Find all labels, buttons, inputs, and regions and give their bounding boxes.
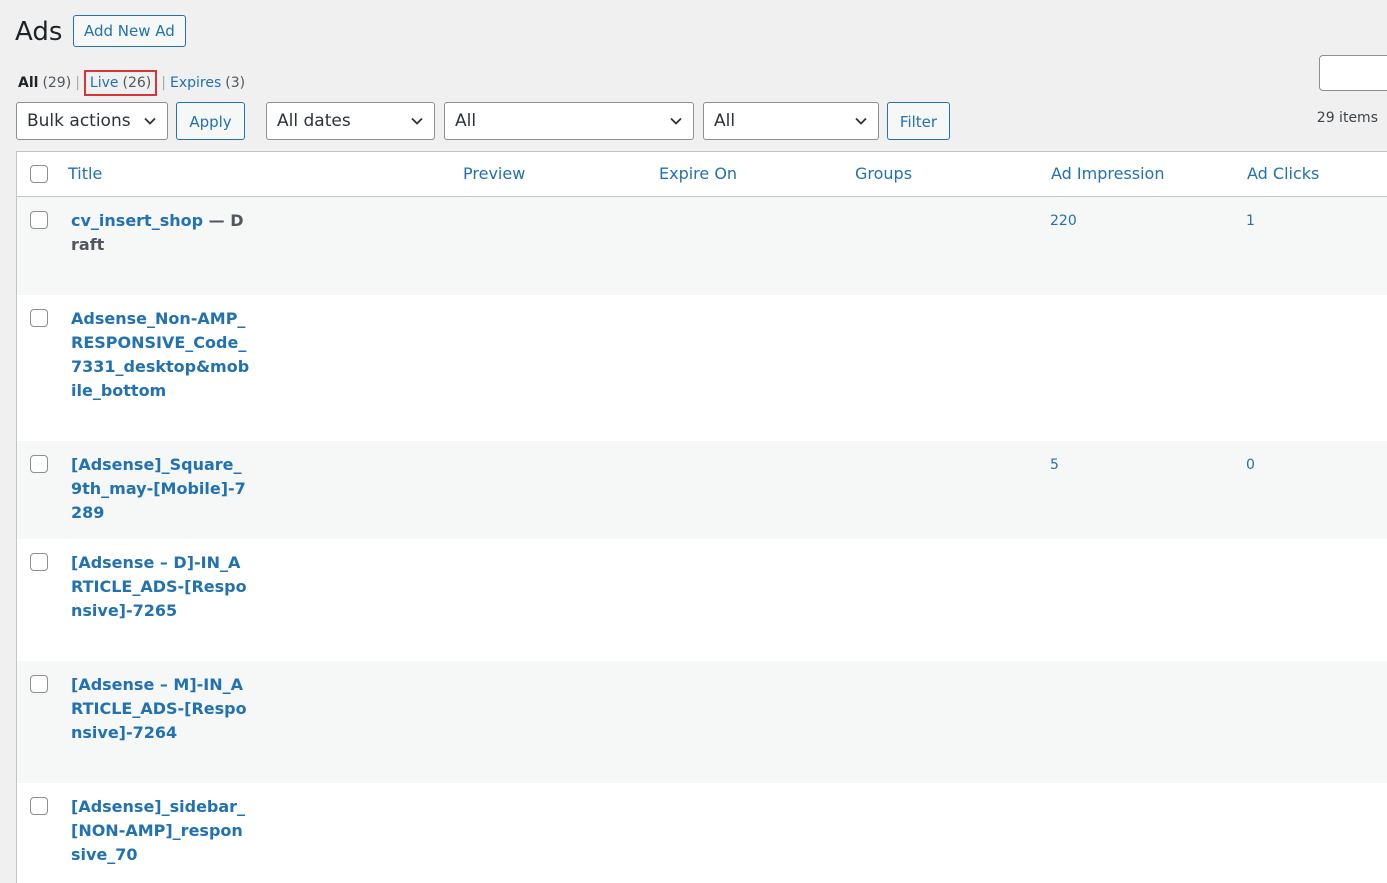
column-title[interactable]: Title xyxy=(68,164,102,183)
ad-title-link[interactable]: cv_insert_shop xyxy=(71,211,203,230)
chevron-down-icon xyxy=(855,117,867,125)
nav-separator: | xyxy=(161,75,166,91)
search-input[interactable] xyxy=(1319,55,1387,91)
filter-select-1-value: All xyxy=(455,111,477,131)
ad-impressions: 5 xyxy=(1050,457,1059,473)
page-title: Ads xyxy=(15,17,63,47)
filter-button[interactable]: Filter xyxy=(887,102,950,140)
ad-title-link[interactable]: [Adsense – D]-IN_ARTICLE_ADS-[Responsive… xyxy=(71,553,247,620)
column-expire-on: Expire On xyxy=(659,164,738,183)
column-ad-impression: Ad Impression xyxy=(1051,164,1165,183)
ad-title-cell: cv_insert_shop — Draft xyxy=(71,209,251,257)
chevron-down-icon xyxy=(144,117,156,125)
nav-separator: | xyxy=(75,75,80,91)
ad-title-link[interactable]: Adsense_Non-AMP_RESPONSIVE_Code_7331_des… xyxy=(71,309,249,400)
table-row: [Adsense – D]-IN_ARTICLE_ADS-[Responsive… xyxy=(17,539,1387,661)
ad-impressions: 220 xyxy=(1050,213,1077,229)
table-row: Adsense_Non-AMP_RESPONSIVE_Code_7331_des… xyxy=(17,295,1387,441)
ad-clicks: 1 xyxy=(1246,213,1255,229)
items-count: 29 items xyxy=(1316,110,1378,126)
ad-title-link[interactable]: [Adsense]_Square_9th_may-[Mobile]-7289 xyxy=(71,455,246,522)
ad-title-cell: [Adsense]_sidebar_[NON-AMP]_responsive_7… xyxy=(71,795,251,867)
row-checkbox[interactable] xyxy=(30,797,48,815)
chevron-down-icon xyxy=(411,117,423,125)
row-checkbox[interactable] xyxy=(30,675,48,693)
dates-select[interactable]: All dates xyxy=(266,102,435,140)
filter-live-link[interactable]: Live xyxy=(90,71,119,95)
select-all-checkbox[interactable] xyxy=(30,165,48,183)
ads-table: Title Preview Expire On Groups Ad Impres… xyxy=(16,151,1387,883)
dates-value: All dates xyxy=(277,111,351,131)
ad-clicks: 0 xyxy=(1246,457,1255,473)
column-ad-clicks: Ad Clicks xyxy=(1247,164,1320,183)
filter-live-count: (26) xyxy=(122,75,152,91)
bulk-actions-select[interactable]: Bulk actions xyxy=(16,102,168,140)
filter-live[interactable]: Live (26) xyxy=(83,70,158,96)
ad-title-cell: [Adsense – M]-IN_ARTICLE_ADS-[Responsive… xyxy=(71,673,251,745)
ad-title-cell: [Adsense]_Square_9th_may-[Mobile]-7289 xyxy=(71,453,251,525)
filter-select-2-value: All xyxy=(714,111,736,131)
filter-expires-count: (3) xyxy=(225,75,246,91)
ad-title-link[interactable]: [Adsense – M]-IN_ARTICLE_ADS-[Responsive… xyxy=(71,675,247,742)
column-groups: Groups xyxy=(855,164,913,183)
ad-title-cell: [Adsense – D]-IN_ARTICLE_ADS-[Responsive… xyxy=(71,551,251,623)
ad-title-link[interactable]: [Adsense]_sidebar_[NON-AMP]_responsive_7… xyxy=(71,797,245,864)
filter-all-count: (29) xyxy=(42,75,72,91)
table-row: cv_insert_shop — Draft 220 1 xyxy=(17,197,1387,295)
ad-title-cell: Adsense_Non-AMP_RESPONSIVE_Code_7331_des… xyxy=(71,307,251,403)
filter-select-2[interactable]: All xyxy=(703,102,879,140)
row-checkbox[interactable] xyxy=(30,309,48,327)
filter-all-label[interactable]: All xyxy=(18,71,38,95)
filter-expires[interactable]: Expires (3) xyxy=(170,71,245,95)
add-new-ad-button[interactable]: Add New Ad xyxy=(73,15,186,47)
row-checkbox[interactable] xyxy=(30,553,48,571)
filter-expires-link[interactable]: Expires xyxy=(170,71,221,95)
status-filter-nav: All (29) | Live (26) | Expires (3) xyxy=(18,70,245,96)
filter-all[interactable]: All (29) xyxy=(18,71,71,95)
column-preview: Preview xyxy=(463,164,526,183)
row-checkbox[interactable] xyxy=(30,211,48,229)
filter-select-1[interactable]: All xyxy=(444,102,694,140)
table-row: [Adsense – M]-IN_ARTICLE_ADS-[Responsive… xyxy=(17,661,1387,783)
row-checkbox[interactable] xyxy=(30,455,48,473)
table-row: [Adsense]_sidebar_[NON-AMP]_responsive_7… xyxy=(17,783,1387,883)
bulk-actions-value: Bulk actions xyxy=(27,111,131,131)
apply-button[interactable]: Apply xyxy=(176,102,245,140)
chevron-down-icon xyxy=(670,117,682,125)
table-row: [Adsense]_Square_9th_may-[Mobile]-7289 5… xyxy=(17,441,1387,539)
table-header: Title Preview Expire On Groups Ad Impres… xyxy=(17,152,1387,197)
